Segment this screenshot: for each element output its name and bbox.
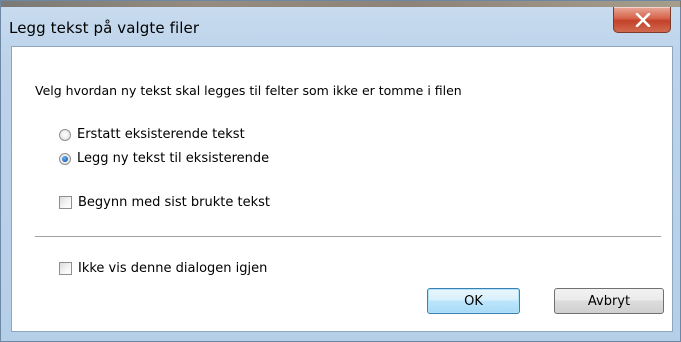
checkbox-start-last-box[interactable] bbox=[59, 196, 72, 209]
checkbox-dont-show-again[interactable]: Ikke vis denne dialogen igjen bbox=[59, 261, 267, 276]
radio-button-unselected[interactable] bbox=[59, 128, 71, 141]
radio-replace-existing[interactable]: Erstatt eksisterende tekst bbox=[59, 127, 245, 142]
instruction-text: Velg hvordan ny tekst skal legges til fe… bbox=[35, 83, 462, 98]
checkbox-start-last[interactable]: Begynn med sist brukte tekst bbox=[59, 195, 270, 210]
radio-button-selected[interactable] bbox=[59, 152, 71, 165]
window-title: Legg tekst på valgte filer bbox=[9, 19, 200, 37]
ok-button[interactable]: OK bbox=[427, 288, 520, 314]
checkbox-dont-show-label: Ikke vis denne dialogen igjen bbox=[78, 261, 268, 276]
separator-line bbox=[35, 236, 661, 237]
close-icon bbox=[635, 13, 651, 27]
cancel-button[interactable]: Avbryt bbox=[554, 288, 664, 314]
radio-replace-label: Erstatt eksisterende tekst bbox=[77, 127, 245, 142]
checkbox-dont-show-box[interactable] bbox=[59, 262, 72, 275]
radio-append-existing[interactable]: Legg ny tekst til eksisterende bbox=[59, 151, 269, 166]
dialog-window: Legg tekst på valgte filer Velg hvordan … bbox=[0, 0, 681, 342]
checkbox-start-last-label: Begynn med sist brukte tekst bbox=[78, 195, 270, 210]
title-bar[interactable]: Legg tekst på valgte filer bbox=[1, 7, 681, 45]
close-button[interactable] bbox=[613, 7, 671, 33]
dialog-content: Velg hvordan ny tekst skal legges til fe… bbox=[11, 46, 673, 332]
radio-append-label: Legg ny tekst til eksisterende bbox=[77, 151, 270, 166]
